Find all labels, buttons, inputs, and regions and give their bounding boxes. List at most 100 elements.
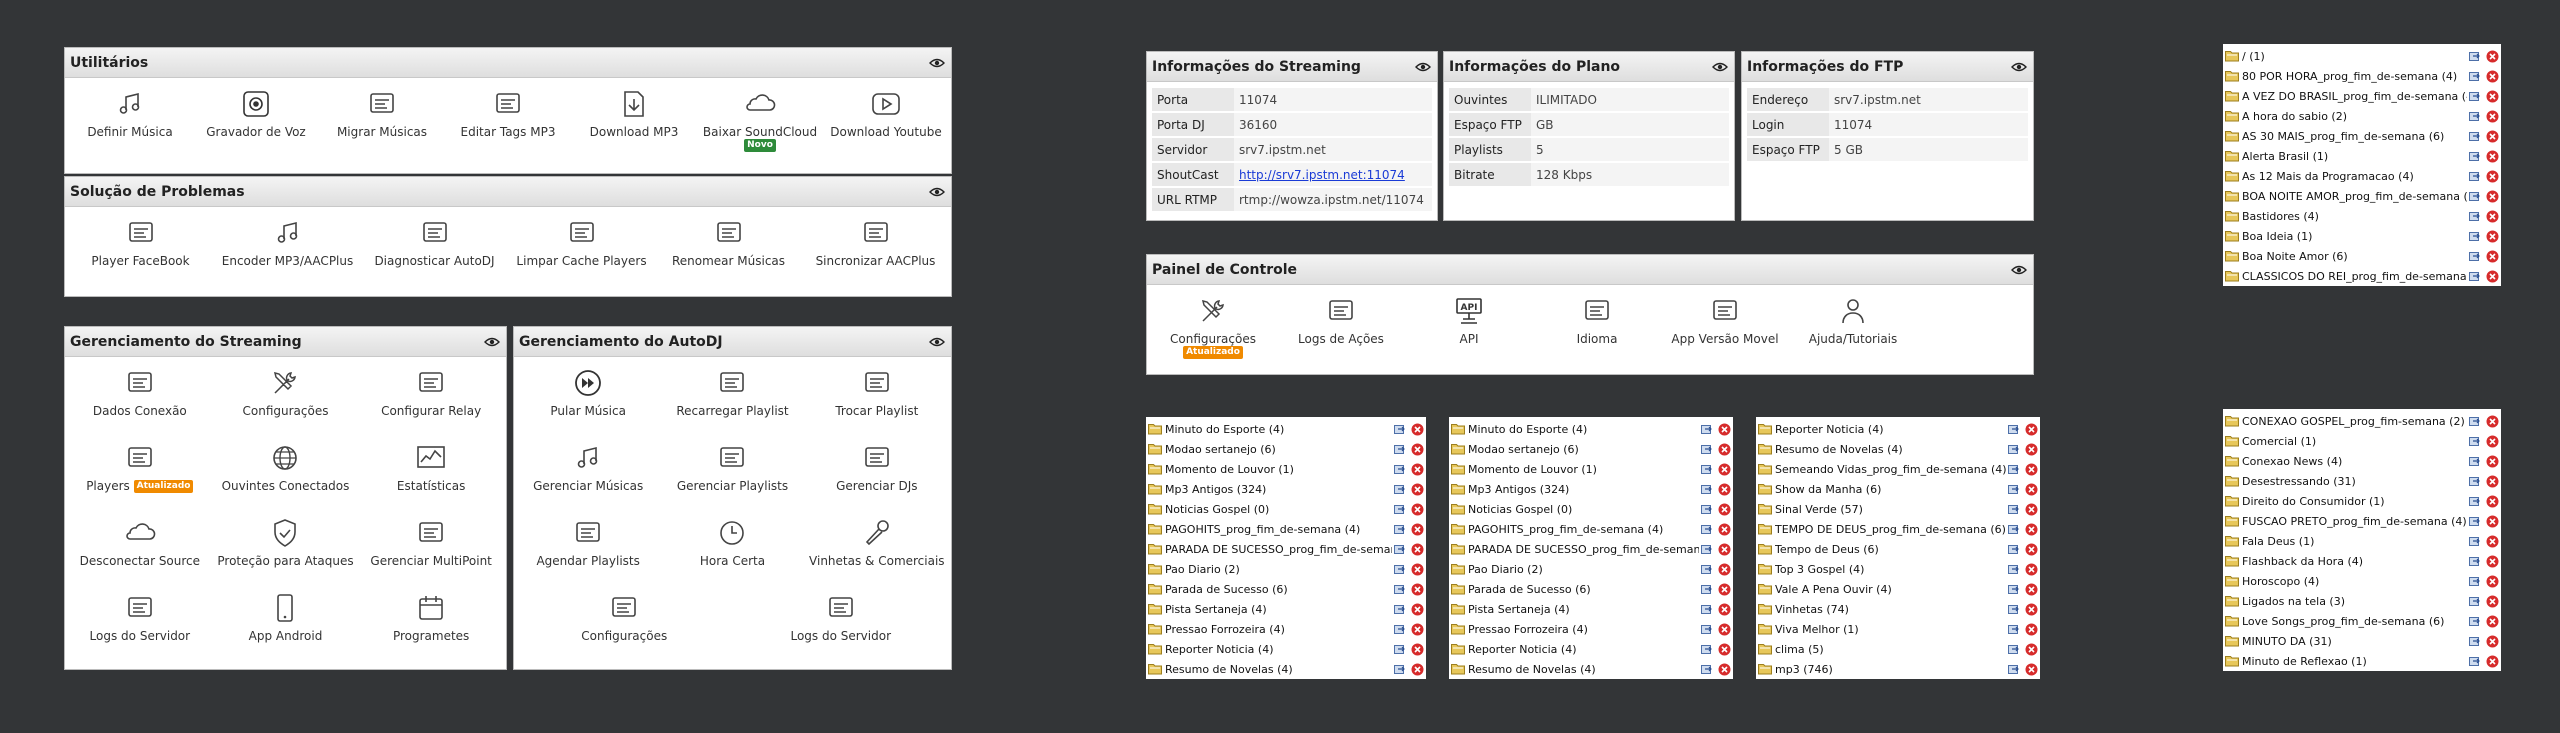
list-item[interactable]: Mp3 Antigos (324) (1148, 479, 1424, 499)
move-playlist-icon[interactable] (2008, 603, 2021, 615)
list-item[interactable]: Reporter Noticia (4) (1148, 639, 1424, 659)
menu-item-limpar-cache-players[interactable]: Limpar Cache Players (512, 217, 652, 295)
move-playlist-icon[interactable] (1701, 583, 1714, 595)
list-item[interactable]: Noticias Gospel (0) (1148, 499, 1424, 519)
move-playlist-icon[interactable] (1701, 483, 1714, 495)
delete-icon[interactable] (1718, 643, 1731, 656)
menu-item-agendar-playlists[interactable]: Agendar Playlists (518, 517, 658, 584)
move-playlist-icon[interactable] (2469, 415, 2482, 427)
list-item[interactable]: 80 POR HORA_prog_fim_de-semana (4) (2225, 66, 2499, 86)
menu-item-idioma[interactable]: Idioma (1533, 295, 1661, 367)
move-playlist-icon[interactable] (2469, 455, 2482, 467)
move-playlist-icon[interactable] (2008, 483, 2021, 495)
list-item[interactable]: AS 30 MAIS_prog_fim_de-semana (6) (2225, 126, 2499, 146)
eye-icon[interactable] (929, 58, 945, 68)
move-playlist-icon[interactable] (1394, 643, 1407, 655)
menu-item-diagnosticar-autodj[interactable]: Diagnosticar AutoDJ (365, 217, 505, 295)
menu-item-logs-do-servidor[interactable]: Logs do Servidor (771, 592, 911, 659)
delete-icon[interactable] (2486, 110, 2499, 123)
delete-icon[interactable] (2486, 615, 2499, 628)
list-item[interactable]: CLASSICOS DO REI_prog_fim_de-semana (4) (2225, 266, 2499, 286)
move-playlist-icon[interactable] (2008, 463, 2021, 475)
move-playlist-icon[interactable] (2469, 515, 2482, 527)
menu-item-configuracoes[interactable]: Configurações (215, 367, 355, 434)
list-item[interactable]: Ligados na tela (3) (2225, 591, 2499, 611)
delete-icon[interactable] (1411, 423, 1424, 436)
move-playlist-icon[interactable] (2469, 555, 2482, 567)
list-item[interactable]: Tempo de Deus (6) (1758, 539, 2038, 559)
list-item[interactable]: Resumo de Novelas (4) (1758, 439, 2038, 459)
list-item[interactable]: Viva Melhor (1) (1758, 619, 2038, 639)
delete-icon[interactable] (1718, 463, 1731, 476)
menu-item-configuracoes[interactable]: Configurações Atualizado (1149, 295, 1277, 367)
menu-item-hora-certa[interactable]: Hora Certa (662, 517, 802, 584)
move-playlist-icon[interactable] (2469, 170, 2482, 182)
list-item[interactable]: TEMPO DE DEUS_prog_fim_de-semana (6) (1758, 519, 2038, 539)
list-item[interactable]: mp3 (746) (1758, 659, 2038, 679)
move-playlist-icon[interactable] (2469, 50, 2482, 62)
move-playlist-icon[interactable] (2469, 250, 2482, 262)
move-playlist-icon[interactable] (2008, 563, 2021, 575)
move-playlist-icon[interactable] (1701, 623, 1714, 635)
list-item[interactable]: Reporter Noticia (4) (1451, 639, 1731, 659)
delete-icon[interactable] (1411, 583, 1424, 596)
delete-icon[interactable] (2486, 635, 2499, 648)
list-item[interactable]: Horoscopo (4) (2225, 571, 2499, 591)
delete-icon[interactable] (2486, 210, 2499, 223)
list-item[interactable]: Top 3 Gospel (4) (1758, 559, 2038, 579)
delete-icon[interactable] (1411, 443, 1424, 456)
delete-icon[interactable] (2025, 483, 2038, 496)
menu-item-configuracoes[interactable]: Configurações (554, 592, 694, 659)
move-playlist-icon[interactable] (2469, 190, 2482, 202)
delete-icon[interactable] (1411, 463, 1424, 476)
move-playlist-icon[interactable] (2469, 535, 2482, 547)
delete-icon[interactable] (2486, 250, 2499, 263)
list-item[interactable]: Show da Manha (6) (1758, 479, 2038, 499)
delete-icon[interactable] (2025, 523, 2038, 536)
menu-item-encoder-mp3-aacplus[interactable]: Encoder MP3/AACPlus (218, 217, 358, 295)
list-item[interactable]: Mp3 Antigos (324) (1451, 479, 1731, 499)
menu-item-app-android[interactable]: App Android (215, 592, 355, 659)
eye-icon[interactable] (2011, 265, 2027, 275)
menu-item-migrar-musicas[interactable]: Migrar Músicas (322, 88, 442, 168)
move-playlist-icon[interactable] (2469, 435, 2482, 447)
menu-item-gerenciar-playlists[interactable]: Gerenciar Playlists (662, 442, 802, 509)
menu-item-editar-tags-mp3[interactable]: Editar Tags MP3 (448, 88, 568, 168)
move-playlist-icon[interactable] (2469, 90, 2482, 102)
delete-icon[interactable] (1411, 663, 1424, 676)
list-item[interactable]: A VEZ DO BRASIL_prog_fim_de-semana (4) (2225, 86, 2499, 106)
delete-icon[interactable] (1718, 503, 1731, 516)
delete-icon[interactable] (2486, 575, 2499, 588)
menu-item-pular-musica[interactable]: Pular Música (518, 367, 658, 434)
move-playlist-icon[interactable] (1394, 523, 1407, 535)
move-playlist-icon[interactable] (2008, 623, 2021, 635)
delete-icon[interactable] (2486, 415, 2499, 428)
delete-icon[interactable] (1411, 603, 1424, 616)
delete-icon[interactable] (2486, 150, 2499, 163)
menu-item-renomear-musicas[interactable]: Renomear Músicas (659, 217, 799, 295)
delete-icon[interactable] (2486, 70, 2499, 83)
menu-item-trocar-playlist[interactable]: Trocar Playlist (807, 367, 947, 434)
list-item[interactable]: Momento de Louvor (1) (1148, 459, 1424, 479)
move-playlist-icon[interactable] (1394, 623, 1407, 635)
move-playlist-icon[interactable] (1701, 503, 1714, 515)
move-playlist-icon[interactable] (1394, 583, 1407, 595)
delete-icon[interactable] (1718, 483, 1731, 496)
list-item[interactable]: Sinal Verde (57) (1758, 499, 2038, 519)
move-playlist-icon[interactable] (2469, 495, 2482, 507)
move-playlist-icon[interactable] (2469, 475, 2482, 487)
list-item[interactable]: BOA NOITE AMOR_prog_fim_de-semana (6) (2225, 186, 2499, 206)
list-item[interactable]: Vale A Pena Ouvir (4) (1758, 579, 2038, 599)
delete-icon[interactable] (2025, 623, 2038, 636)
move-playlist-icon[interactable] (2469, 655, 2482, 667)
move-playlist-icon[interactable] (1394, 423, 1407, 435)
move-playlist-icon[interactable] (2469, 110, 2482, 122)
move-playlist-icon[interactable] (2469, 70, 2482, 82)
delete-icon[interactable] (2025, 583, 2038, 596)
list-item[interactable]: Noticias Gospel (0) (1451, 499, 1731, 519)
menu-item-baixar-soundcloud[interactable]: Baixar SoundCloud Novo (700, 88, 820, 168)
list-item[interactable]: Parada de Sucesso (6) (1451, 579, 1731, 599)
eye-icon[interactable] (2011, 62, 2027, 72)
list-item[interactable]: Minuto do Esporte (4) (1451, 419, 1731, 439)
menu-item-gravador-de-voz[interactable]: Gravador de Voz (196, 88, 316, 168)
